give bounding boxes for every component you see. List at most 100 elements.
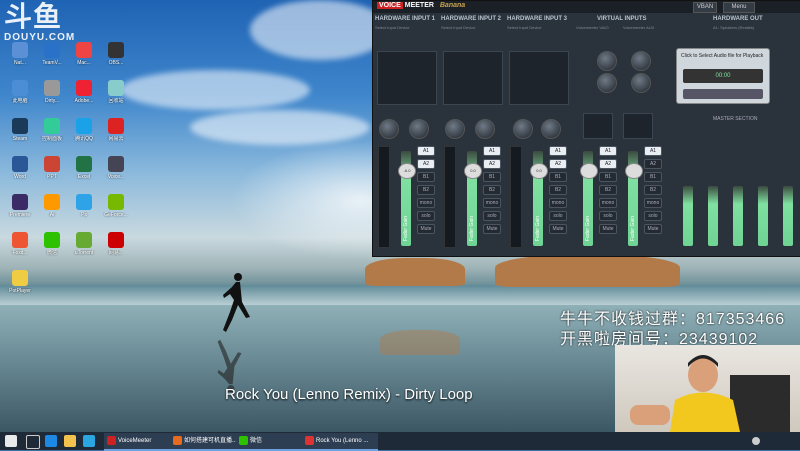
bus-button-b2[interactable]: B2 xyxy=(549,185,567,195)
bus-button-b1[interactable]: B1 xyxy=(417,172,435,182)
bus-button-solo[interactable]: solo xyxy=(599,211,617,221)
hw-input-2-title[interactable]: HARDWARE INPUT 2 xyxy=(441,16,501,22)
fader-handle-vaio[interactable] xyxy=(580,163,598,179)
desktop-icon[interactable]: 腾讯QQ xyxy=(68,118,100,158)
bus-button-mono[interactable]: mono xyxy=(483,198,501,208)
hw-input-3-device[interactable]: Select Input Device xyxy=(507,25,541,30)
transport-controls[interactable] xyxy=(683,89,763,99)
bus-button-a2[interactable]: A2 xyxy=(599,159,617,169)
gate-knob-3[interactable] xyxy=(541,119,561,139)
bus-button-a2[interactable]: A2 xyxy=(644,159,662,169)
hw-input-1-title[interactable]: HARDWARE INPUT 1 xyxy=(375,16,435,22)
cassette-hint[interactable]: Click to Select Audio file for Playback xyxy=(677,49,769,63)
desktop-icon[interactable]: PPT xyxy=(36,156,68,196)
bus-button-solo[interactable]: solo xyxy=(483,211,501,221)
bus-button-b1[interactable]: B1 xyxy=(483,172,501,182)
desktop-icon[interactable]: Dirty... xyxy=(36,80,68,120)
bus-button-a2[interactable]: A2 xyxy=(549,159,567,169)
desktop-icon[interactable]: 微信 xyxy=(36,232,68,272)
bus-button-a2[interactable]: A2 xyxy=(417,159,435,169)
master-fader[interactable] xyxy=(758,186,768,246)
hw-input-3-title[interactable]: HARDWARE INPUT 3 xyxy=(507,16,567,22)
intellipan-1[interactable] xyxy=(377,51,437,105)
bus-button-solo[interactable]: solo xyxy=(417,211,435,221)
desktop-icon[interactable]: PotPlayer xyxy=(4,270,36,310)
desktop-icon[interactable]: OBS... xyxy=(100,42,132,82)
desktop-icon[interactable]: Ai xyxy=(36,194,68,234)
desktop-icon[interactable]: Steam xyxy=(4,118,36,158)
fader-handle-3[interactable]: 0.0 xyxy=(530,163,548,179)
bus-button-a1[interactable]: A1 xyxy=(483,146,501,156)
eq-knob[interactable] xyxy=(631,51,651,71)
intellipan-3[interactable] xyxy=(509,51,569,105)
desktop-icon[interactable]: Premiere xyxy=(4,194,36,234)
master-fader[interactable] xyxy=(708,186,718,246)
gate-knob-1[interactable] xyxy=(409,119,429,139)
desktop-icon[interactable]: Voice... xyxy=(100,156,132,196)
hw-input-2-device[interactable]: Select Input Device xyxy=(441,25,475,30)
desktop-icon[interactable]: 网易... xyxy=(100,232,132,272)
bus-button-mono[interactable]: mono xyxy=(644,198,662,208)
desktop-icon[interactable]: Foxit... xyxy=(4,232,36,272)
eq-knob[interactable] xyxy=(597,51,617,71)
vban-button[interactable]: VBAN xyxy=(693,2,717,13)
taskbar-window-button[interactable]: 如何搭建可机直播... xyxy=(170,433,246,451)
bus-button-b2[interactable]: B2 xyxy=(644,185,662,195)
bus-button-b2[interactable]: B2 xyxy=(417,185,435,195)
bus-button-mute[interactable]: Mute xyxy=(599,224,617,234)
desktop-icon[interactable]: TeamV... xyxy=(36,42,68,82)
desktop-icon[interactable]: Ps xyxy=(68,194,100,234)
bus-button-mute[interactable]: Mute xyxy=(417,224,435,234)
bus-button-a1[interactable]: A1 xyxy=(549,146,567,156)
bus-button-a2[interactable]: A2 xyxy=(483,159,501,169)
bus-button-b1[interactable]: B1 xyxy=(549,172,567,182)
bus-button-mono[interactable]: mono xyxy=(599,198,617,208)
bus-button-b2[interactable]: B2 xyxy=(483,185,501,195)
bus-button-b1[interactable]: B1 xyxy=(644,172,662,182)
gate-knob-2[interactable] xyxy=(475,119,495,139)
start-icon[interactable] xyxy=(5,435,17,447)
bus-button-b2[interactable]: B2 xyxy=(599,185,617,195)
hardware-out-device[interactable]: A1: Speakers (Realtek) xyxy=(713,25,754,30)
bus-button-a1[interactable]: A1 xyxy=(599,146,617,156)
master-fader[interactable] xyxy=(783,186,793,246)
menu-button[interactable]: Menu xyxy=(723,2,755,13)
bus-button-solo[interactable]: solo xyxy=(549,211,567,221)
eq-knob[interactable] xyxy=(597,73,617,93)
bus-button-a1[interactable]: A1 xyxy=(417,146,435,156)
fader-handle-2[interactable]: 0.0 xyxy=(464,163,482,179)
bus-button-mono[interactable]: mono xyxy=(549,198,567,208)
file-explorer-icon[interactable] xyxy=(64,435,76,447)
fader-handle-1[interactable]: -6.0 xyxy=(398,163,416,179)
virtual-pan-2[interactable] xyxy=(623,113,653,139)
virtual-pan-1[interactable] xyxy=(583,113,613,139)
desktop-icon[interactable]: 此电脑 xyxy=(4,80,36,120)
desktop-icon[interactable]: uTorrent xyxy=(68,232,100,272)
desktop-icon[interactable]: Mac... xyxy=(68,42,100,82)
desktop-icon[interactable]: Nat... xyxy=(4,42,36,82)
task-view-icon[interactable] xyxy=(26,435,40,449)
ie-icon[interactable] xyxy=(83,435,95,447)
intellipan-2[interactable] xyxy=(443,51,503,105)
taskbar-window-button[interactable]: Rock You (Lenno ... xyxy=(302,433,378,451)
master-fader[interactable] xyxy=(683,186,693,246)
bus-button-mono[interactable]: mono xyxy=(417,198,435,208)
bus-button-b1[interactable]: B1 xyxy=(599,172,617,182)
bus-button-mute[interactable]: Mute xyxy=(644,224,662,234)
taskbar-window-button[interactable]: VoiceMeeter xyxy=(104,433,180,451)
bus-button-mute[interactable]: Mute xyxy=(549,224,567,234)
bus-button-solo[interactable]: solo xyxy=(644,211,662,221)
desktop-icon[interactable]: Excel xyxy=(68,156,100,196)
fader-handle-aux[interactable] xyxy=(625,163,643,179)
hw-input-1-device[interactable]: Select Input Device xyxy=(375,25,409,30)
desktop-icon[interactable]: 回收站 xyxy=(100,80,132,120)
taskbar-window-button[interactable]: 微信 xyxy=(236,433,312,451)
tray-icon[interactable] xyxy=(752,437,760,445)
comp-knob-2[interactable] xyxy=(445,119,465,139)
edge-icon[interactable] xyxy=(45,435,57,447)
desktop-icon[interactable]: GeForce... xyxy=(100,194,132,234)
bus-button-a1[interactable]: A1 xyxy=(644,146,662,156)
comp-knob-1[interactable] xyxy=(379,119,399,139)
comp-knob-3[interactable] xyxy=(513,119,533,139)
desktop-icon[interactable]: 网易云 xyxy=(100,118,132,158)
